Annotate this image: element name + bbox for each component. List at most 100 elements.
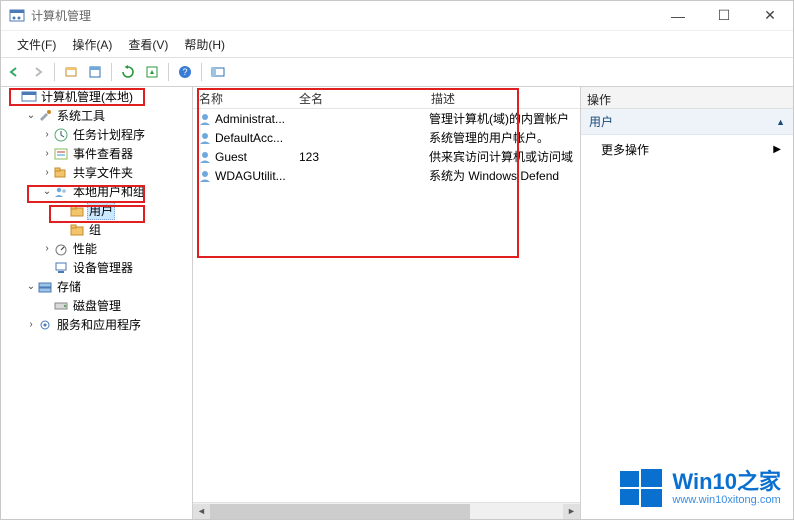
maximize-button[interactable]: ☐: [701, 1, 747, 31]
twisty-icon: ·: [57, 224, 69, 235]
watermark: Win10之家 www.win10xitong.com: [620, 467, 781, 509]
cell-name: Guest: [215, 150, 247, 164]
tree-item-services[interactable]: › 服务和应用程序: [3, 315, 192, 334]
menu-help[interactable]: 帮助(H): [176, 33, 233, 56]
folder-icon: [69, 203, 85, 219]
tree-label: 存储: [55, 278, 83, 295]
tree-item-scheduler[interactable]: › 任务计划程序: [3, 125, 192, 144]
action-section-title[interactable]: 用户 ▲: [581, 109, 793, 135]
tools-icon: [37, 108, 53, 124]
cell-name: DefaultAcc...: [215, 131, 283, 145]
tree-item-storage[interactable]: ⌄ 存储: [3, 277, 192, 296]
content-area: ▸ 计算机管理(本地) ⌄ 系统工具 › 任务计划程序 › 事件查看器 ›: [1, 87, 793, 519]
windows-logo-icon: [620, 467, 662, 509]
horizontal-scrollbar[interactable]: ◄ ►: [193, 502, 580, 519]
list-row[interactable]: WDAGUtilit... 系统为 Windows Defend: [193, 166, 580, 185]
storage-icon: [37, 279, 53, 295]
tree-item-local-users-groups[interactable]: ⌄ 本地用户和组: [3, 182, 192, 201]
watermark-url: www.win10xitong.com: [672, 494, 781, 506]
watermark-suffix: 之家: [737, 469, 781, 494]
column-fullname[interactable]: 全名: [293, 87, 425, 108]
twisty-icon[interactable]: ⌄: [41, 186, 53, 197]
export-button[interactable]: [141, 61, 163, 83]
twisty-icon: ·: [41, 262, 53, 273]
tree-item-shared-folders[interactable]: › 共享文件夹: [3, 163, 192, 182]
tree-item-device-manager[interactable]: · 设备管理器: [3, 258, 192, 277]
menu-view[interactable]: 查看(V): [120, 33, 176, 56]
twisty-icon[interactable]: ›: [25, 319, 37, 330]
disk-icon: [53, 298, 69, 314]
users-icon: [53, 184, 69, 200]
menu-action[interactable]: 操作(A): [64, 33, 120, 56]
properties-button[interactable]: [84, 61, 106, 83]
tree-label: 本地用户和组: [71, 183, 147, 200]
scroll-right-button[interactable]: ►: [563, 504, 580, 519]
help-button[interactable]: ?: [174, 61, 196, 83]
close-button[interactable]: ✕: [747, 1, 793, 31]
toolbar: ?: [1, 57, 793, 87]
tree-label: 服务和应用程序: [55, 316, 143, 333]
forward-button[interactable]: [27, 61, 49, 83]
list-pane: 名称 全名 描述 Administrat... 管理计算机(域)的内置帐户 De…: [193, 87, 581, 519]
clock-icon: [53, 127, 69, 143]
cell-fullname: 123: [293, 150, 425, 164]
cell-name: Administrat...: [215, 112, 285, 126]
tree-label: 磁盘管理: [71, 297, 123, 314]
refresh-button[interactable]: [117, 61, 139, 83]
twisty-icon[interactable]: ›: [41, 148, 53, 159]
menu-bar: 文件(F) 操作(A) 查看(V) 帮助(H): [1, 31, 793, 57]
tree-label: 共享文件夹: [71, 164, 135, 181]
folder-icon: [69, 222, 85, 238]
action-pane: 操作 用户 ▲ 更多操作 ▶: [581, 87, 793, 519]
twisty-icon[interactable]: ›: [41, 167, 53, 178]
list-header: 名称 全名 描述: [193, 87, 580, 109]
scroll-left-button[interactable]: ◄: [193, 504, 210, 519]
toolbar-separator: [168, 63, 169, 81]
list-body: Administrat... 管理计算机(域)的内置帐户 DefaultAcc.…: [193, 109, 580, 502]
window-title: 计算机管理: [31, 7, 655, 24]
svg-text:?: ?: [182, 67, 187, 77]
service-icon: [37, 317, 53, 333]
tree-item-performance[interactable]: › 性能: [3, 239, 192, 258]
up-button[interactable]: [60, 61, 82, 83]
action-section-label: 用户: [589, 113, 613, 130]
tree-item-event-viewer[interactable]: › 事件查看器: [3, 144, 192, 163]
cell-name: WDAGUtilit...: [215, 169, 286, 183]
action-more-label: 更多操作: [601, 141, 649, 158]
list-row[interactable]: Guest 123 供来宾访问计算机或访问域: [193, 147, 580, 166]
collapse-icon: ▲: [776, 117, 785, 127]
menu-file[interactable]: 文件(F): [9, 33, 64, 56]
twisty-icon[interactable]: ›: [41, 243, 53, 254]
twisty-icon[interactable]: ⌄: [25, 281, 37, 292]
twisty-icon[interactable]: ⌄: [25, 110, 37, 121]
column-name[interactable]: 名称: [193, 87, 293, 108]
tree-item-groups[interactable]: · 组: [3, 220, 192, 239]
tree-item-system-tools[interactable]: ⌄ 系统工具: [3, 106, 192, 125]
tree-root-label: 计算机管理(本地): [39, 88, 135, 105]
scroll-thumb[interactable]: [210, 504, 470, 519]
user-icon: [197, 111, 213, 127]
event-icon: [53, 146, 69, 162]
perf-icon: [53, 241, 69, 257]
tree-label: 设备管理器: [71, 259, 135, 276]
column-description[interactable]: 描述: [425, 87, 580, 108]
twisty-icon: ▸: [9, 91, 21, 102]
minimize-button[interactable]: —: [655, 1, 701, 31]
list-row[interactable]: Administrat... 管理计算机(域)的内置帐户: [193, 109, 580, 128]
cell-description: 系统为 Windows Defend: [425, 167, 580, 184]
panel-button[interactable]: [207, 61, 229, 83]
action-more[interactable]: 更多操作 ▶: [581, 135, 793, 164]
twisty-icon: ·: [57, 205, 69, 216]
twisty-icon[interactable]: ›: [41, 129, 53, 140]
tree-item-users[interactable]: · 用户: [3, 201, 192, 220]
twisty-icon: ·: [41, 300, 53, 311]
back-button[interactable]: [3, 61, 25, 83]
list-row[interactable]: DefaultAcc... 系统管理的用户帐户。: [193, 128, 580, 147]
tree-label: 组: [87, 221, 103, 238]
cell-description: 系统管理的用户帐户。: [425, 129, 580, 146]
tree-label: 任务计划程序: [71, 126, 147, 143]
chevron-right-icon: ▶: [773, 144, 781, 155]
cell-description: 管理计算机(域)的内置帐户: [425, 110, 580, 127]
tree-root[interactable]: ▸ 计算机管理(本地): [3, 87, 192, 106]
tree-item-disk-management[interactable]: · 磁盘管理: [3, 296, 192, 315]
